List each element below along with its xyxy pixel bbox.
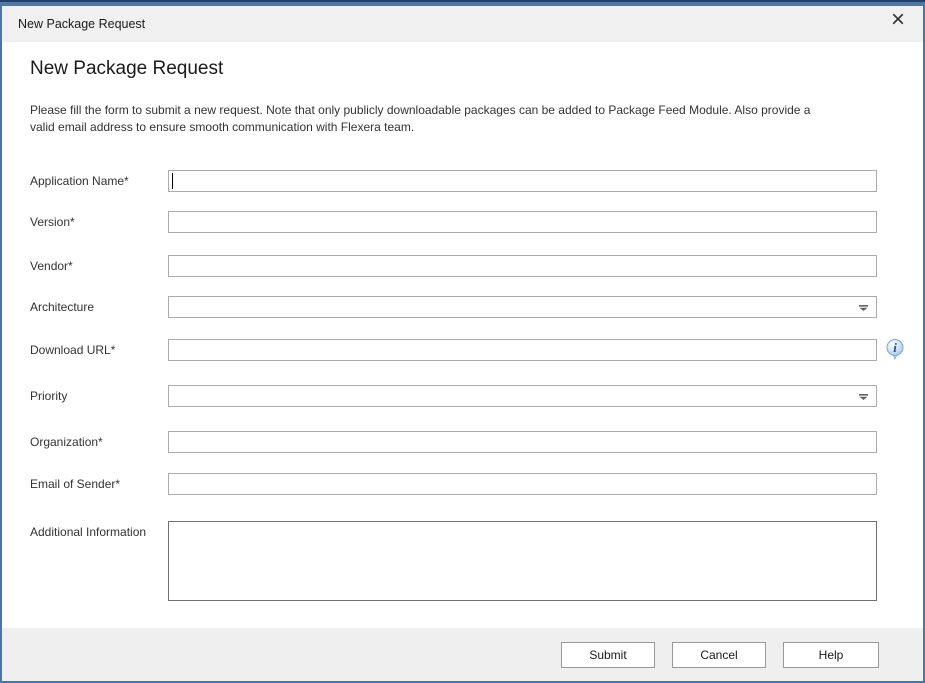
form-row-architecture: Architecture — [0, 296, 925, 318]
organization-label: Organization* — [30, 431, 103, 453]
architecture-dropdown[interactable] — [168, 296, 877, 318]
page-title: New Package Request — [30, 58, 223, 80]
architecture-label: Architecture — [30, 296, 94, 318]
organization-input[interactable] — [168, 431, 877, 453]
additional-information-textarea[interactable] — [168, 521, 877, 601]
form-row-application-name: Application Name* — [0, 170, 925, 192]
cancel-button[interactable]: Cancel — [672, 642, 766, 668]
priority-dropdown[interactable] — [168, 385, 877, 407]
application-name-input[interactable] — [168, 170, 877, 192]
text-cursor — [172, 173, 173, 189]
chevron-down-icon — [859, 389, 868, 403]
form-row-email: Email of Sender* — [0, 473, 925, 495]
form-row-priority: Priority — [0, 385, 925, 407]
priority-label: Priority — [30, 385, 67, 407]
title-bar: New Package Request — [2, 6, 923, 42]
page-description: Please fill the form to submit a new req… — [30, 102, 910, 136]
application-name-label: Application Name* — [30, 170, 129, 192]
form-row-version: Version* — [0, 211, 925, 233]
form-row-download-url: Download URL* i — [0, 339, 925, 361]
form-row-vendor: Vendor* — [0, 255, 925, 277]
description-line-1: Please fill the form to submit a new req… — [30, 103, 810, 117]
window-title: New Package Request — [18, 17, 145, 31]
vendor-input[interactable] — [168, 255, 877, 277]
vendor-label: Vendor* — [30, 255, 73, 277]
version-label: Version* — [30, 211, 75, 233]
additional-information-label: Additional Information — [30, 521, 146, 543]
svg-text:i: i — [893, 340, 897, 355]
download-url-label: Download URL* — [30, 339, 115, 361]
chevron-down-icon — [859, 300, 868, 314]
submit-button[interactable]: Submit — [561, 642, 655, 668]
description-line-2: valid email address to ensure smooth com… — [30, 120, 414, 134]
close-icon[interactable]: × — [883, 5, 913, 35]
info-icon[interactable]: i — [884, 338, 906, 362]
email-of-sender-label: Email of Sender* — [30, 473, 120, 495]
dialog-window: New Package Request × New Package Reques… — [0, 0, 925, 683]
version-input[interactable] — [168, 211, 877, 233]
footer-bar: Submit Cancel Help — [2, 628, 923, 681]
form-row-organization: Organization* — [0, 431, 925, 453]
form-row-additional-info: Additional Information — [0, 521, 925, 601]
download-url-input[interactable] — [168, 339, 877, 361]
email-of-sender-input[interactable] — [168, 473, 877, 495]
help-button[interactable]: Help — [783, 642, 879, 668]
